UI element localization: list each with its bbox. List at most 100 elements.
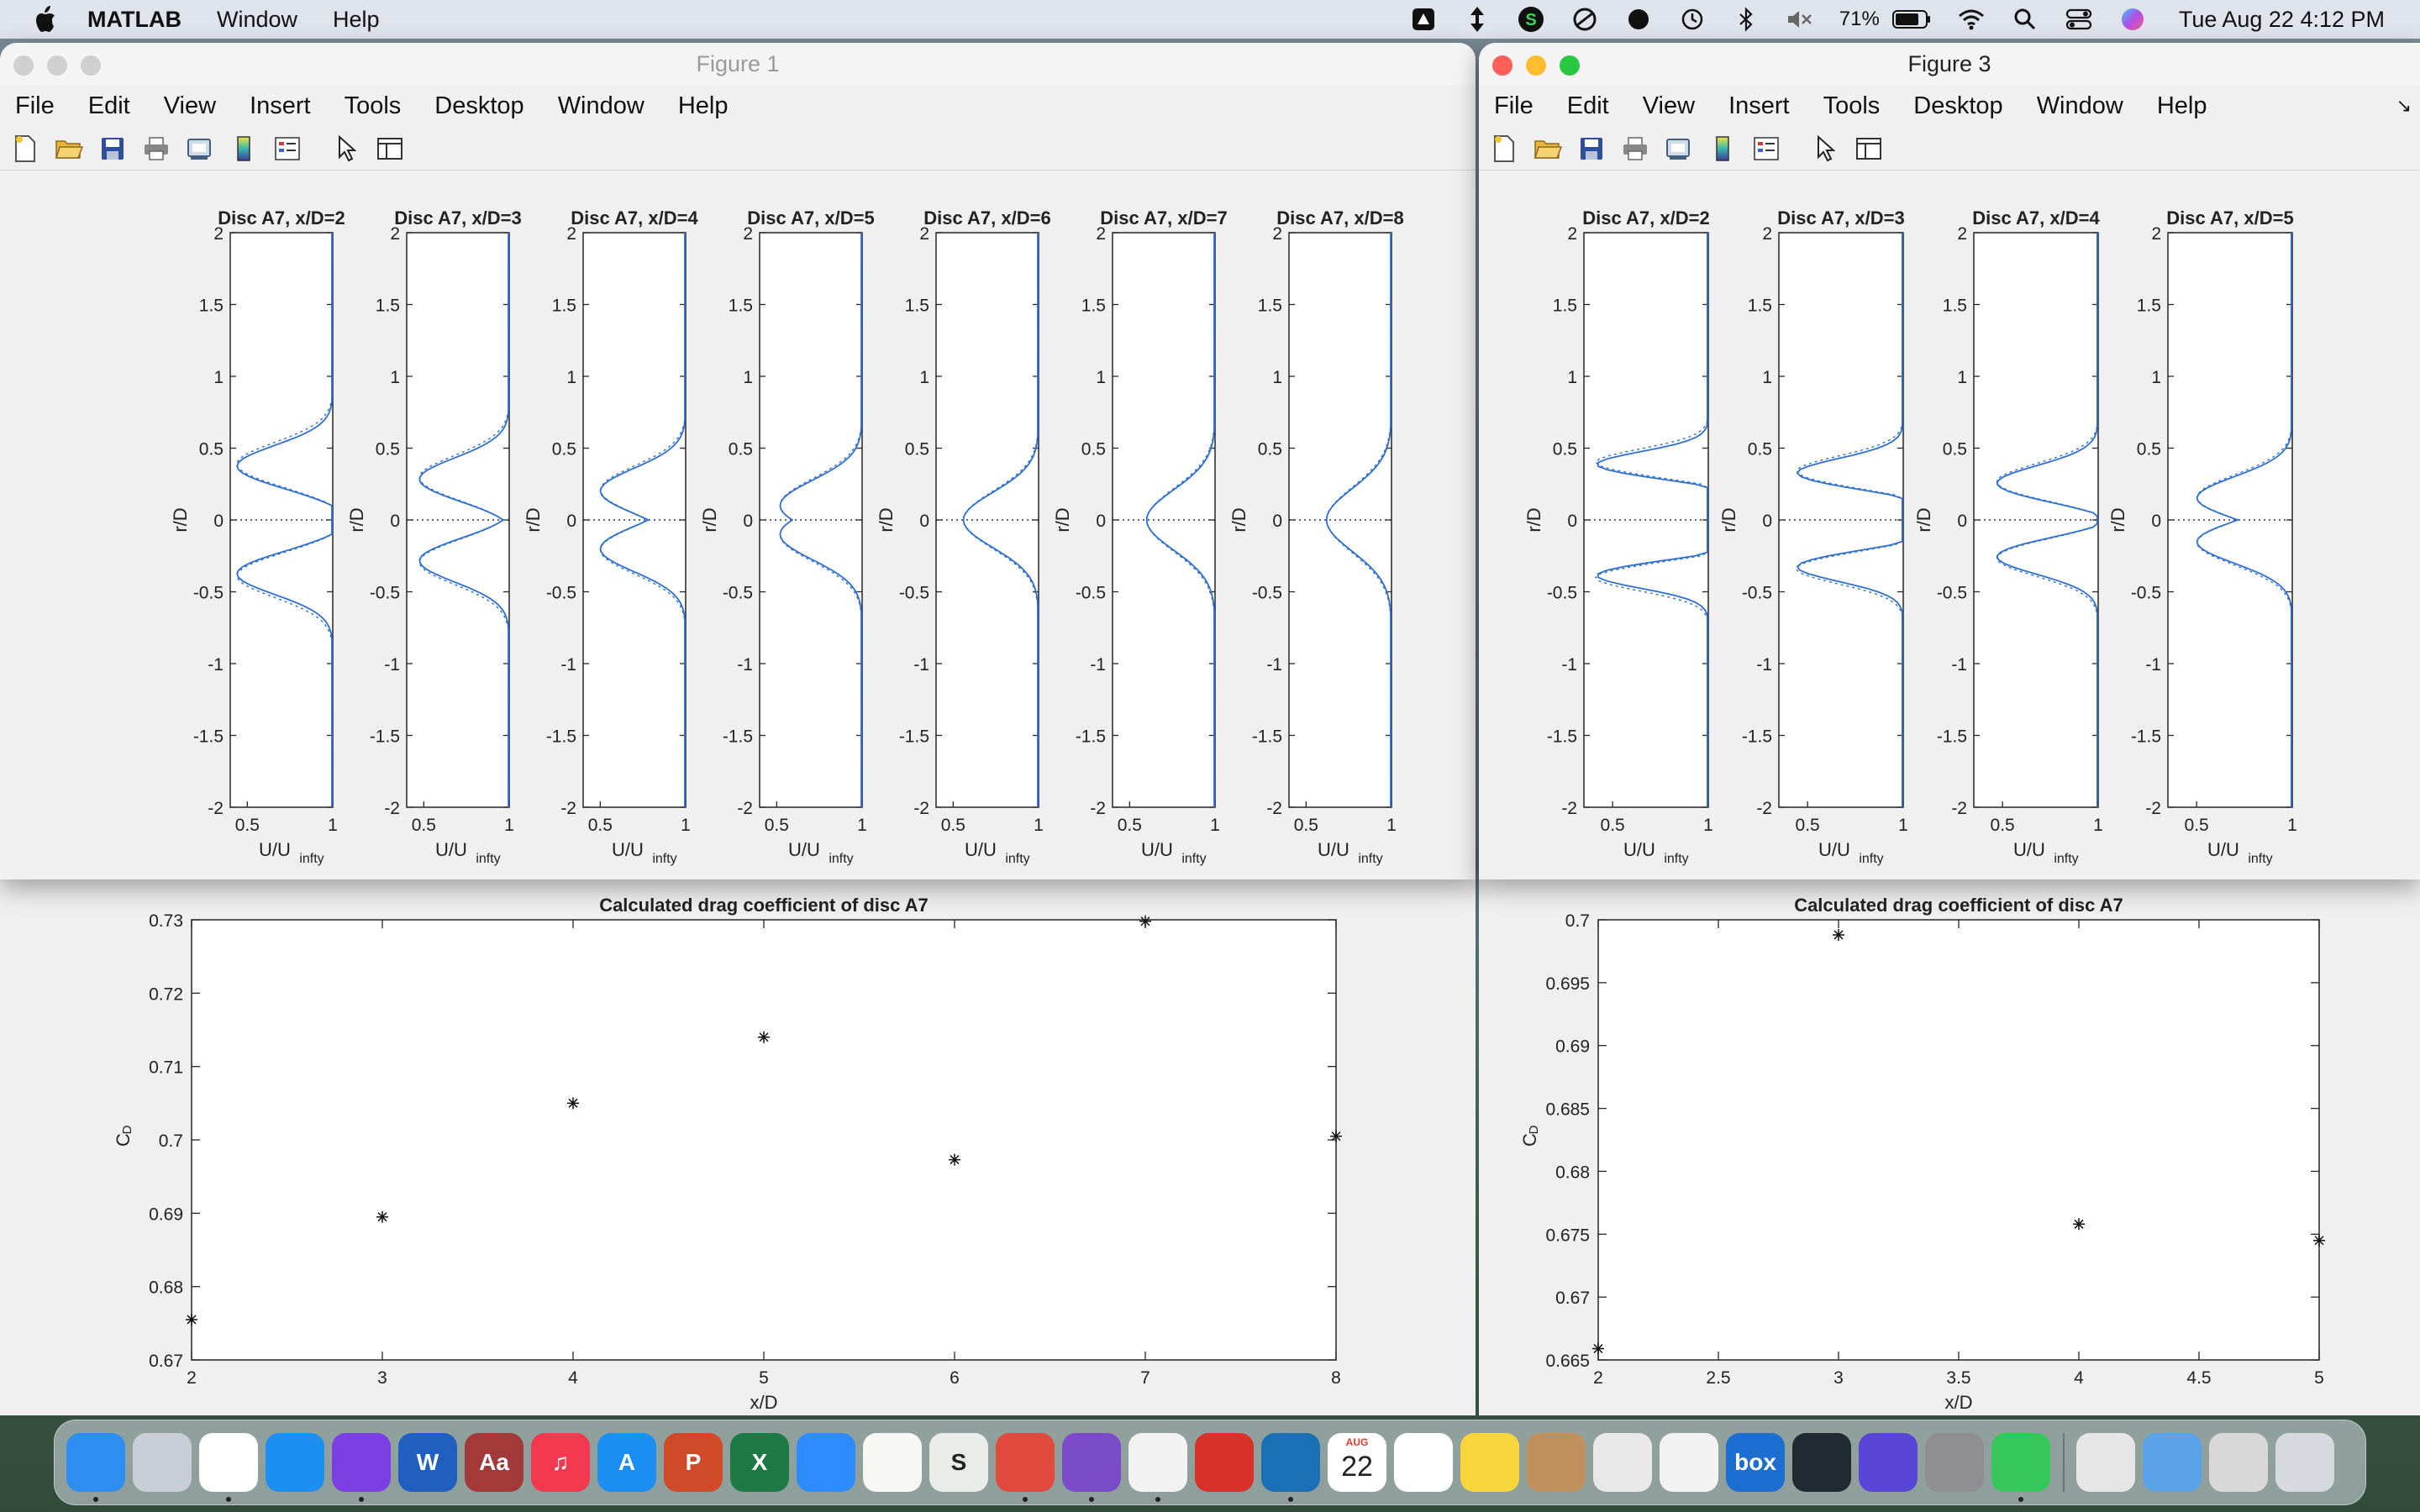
dock-app-contacts[interactable]: [1527, 1433, 1586, 1492]
menu-window[interactable]: Window: [217, 7, 297, 33]
menu-view[interactable]: View: [164, 92, 216, 120]
dock-app-documents-stack[interactable]: [2076, 1433, 2135, 1492]
x-axis-label: U/U: [435, 839, 467, 860]
dock-app-zoom[interactable]: [797, 1433, 855, 1492]
menu-insert[interactable]: Insert: [250, 92, 311, 120]
dock-app-activity-monitor[interactable]: [1792, 1433, 1851, 1492]
dock-app-remote-desktop[interactable]: [996, 1433, 1055, 1502]
y-tick-label: 0.5: [552, 440, 576, 459]
record-icon[interactable]: [1624, 5, 1653, 34]
dock-app-box[interactable]: box: [1726, 1433, 1785, 1492]
dock-app-screenshots-stack[interactable]: [2209, 1433, 2268, 1492]
siri-icon[interactable]: [2118, 5, 2147, 34]
zoom-button[interactable]: [81, 55, 101, 76]
close-button[interactable]: [1492, 55, 1512, 76]
print-icon[interactable]: [1620, 134, 1650, 164]
dock-app-firefox[interactable]: [332, 1433, 391, 1502]
y-tick-label: -0.5: [193, 584, 224, 603]
menu-desktop[interactable]: Desktop: [1913, 92, 2002, 120]
dock-app-downloads-folder[interactable]: [2143, 1433, 2202, 1492]
control-center-icon[interactable]: [2065, 5, 2093, 34]
menu-app-name[interactable]: MATLAB: [87, 7, 182, 33]
legend-icon[interactable]: [1751, 134, 1781, 164]
figure3-titlebar[interactable]: Figure 3: [1479, 43, 2420, 85]
menu-view[interactable]: View: [1643, 92, 1695, 120]
open-folder-icon[interactable]: [54, 134, 84, 164]
dock-app-pages[interactable]: [1660, 1433, 1718, 1492]
close-button[interactable]: [13, 55, 34, 76]
panel-icon[interactable]: [375, 134, 405, 164]
colorbar-icon[interactable]: [1707, 134, 1738, 164]
dock-app-wolfram[interactable]: [1195, 1433, 1254, 1492]
panel-icon[interactable]: [1854, 134, 1884, 164]
dock-app-calendar[interactable]: AUG 22: [1328, 1433, 1386, 1492]
dock-app-notes[interactable]: [1460, 1433, 1519, 1492]
dock-app-screenshot[interactable]: [1593, 1433, 1652, 1492]
dock-app-trash[interactable]: [2275, 1433, 2334, 1492]
dock-app-app-store[interactable]: A: [597, 1433, 656, 1492]
menu-help[interactable]: Help: [2157, 92, 2207, 120]
dock-app-powerpoint[interactable]: P: [664, 1433, 723, 1492]
print-icon[interactable]: [141, 134, 171, 164]
minimize-button[interactable]: [47, 55, 67, 76]
bluetooth-icon[interactable]: [1732, 5, 1760, 34]
dock-app-music[interactable]: ♫: [531, 1433, 590, 1492]
new-file-icon[interactable]: [1489, 134, 1519, 164]
scroll-arrows-icon[interactable]: [1463, 5, 1491, 34]
open-folder-icon[interactable]: [1533, 134, 1563, 164]
mute-icon[interactable]: [1786, 5, 1814, 34]
dock-app-messages[interactable]: [1991, 1433, 2050, 1502]
menu-edit[interactable]: Edit: [88, 92, 130, 120]
save-icon[interactable]: [97, 134, 128, 164]
clock[interactable]: Tue Aug 22 4:12 PM: [2179, 7, 2385, 33]
pointer-icon[interactable]: [331, 134, 361, 164]
figure1-titlebar[interactable]: Figure 1: [0, 43, 1476, 85]
menu-insert[interactable]: Insert: [1728, 92, 1790, 120]
dock-app-textedit[interactable]: [863, 1433, 922, 1492]
green-s-icon[interactable]: S: [1517, 5, 1545, 34]
menu-tools[interactable]: Tools: [1823, 92, 1881, 120]
menu-window[interactable]: Window: [558, 92, 644, 120]
dock-app-matlab[interactable]: [1128, 1433, 1187, 1502]
dock-app-github-desktop[interactable]: [1062, 1433, 1121, 1502]
dock-app-shortcuts[interactable]: [1859, 1433, 1918, 1492]
dock-app-safari[interactable]: [266, 1433, 324, 1492]
print-preview-icon[interactable]: [185, 134, 215, 164]
new-file-icon[interactable]: [10, 134, 40, 164]
x-axis-label-sub: infty: [2054, 852, 2078, 866]
dock-app-finder[interactable]: [66, 1433, 125, 1502]
minimize-button[interactable]: [1526, 55, 1546, 76]
aws-icon[interactable]: [1409, 5, 1438, 34]
dock-app-kindle[interactable]: [1261, 1433, 1320, 1502]
wifi-icon[interactable]: [1957, 5, 1986, 34]
dock-app-scrivener[interactable]: S: [929, 1433, 988, 1492]
search-icon[interactable]: [2011, 5, 2039, 34]
dock-app-system-settings[interactable]: [1925, 1433, 1984, 1492]
zoom-button[interactable]: [1560, 55, 1580, 76]
time-machine-icon[interactable]: [1678, 5, 1707, 34]
menu-help[interactable]: Help: [678, 92, 729, 120]
dock-app-reminders[interactable]: [1394, 1433, 1453, 1492]
menu-file[interactable]: File: [15, 92, 55, 120]
dock-app-chrome[interactable]: [199, 1433, 258, 1502]
dock-app-word[interactable]: W: [398, 1433, 457, 1492]
menu-desktop[interactable]: Desktop: [434, 92, 523, 120]
half-circle-icon[interactable]: [1570, 5, 1599, 34]
x-tick-label: 1: [1703, 816, 1713, 835]
dock-app-excel[interactable]: X: [730, 1433, 789, 1492]
colorbar-icon[interactable]: [229, 134, 259, 164]
pointer-icon[interactable]: [1810, 134, 1840, 164]
save-icon[interactable]: [1576, 134, 1607, 164]
menu-help[interactable]: Help: [333, 7, 380, 33]
menu-file[interactable]: File: [1494, 92, 1534, 120]
menu-window[interactable]: Window: [2037, 92, 2123, 120]
dock-app-dictionary[interactable]: Aa: [465, 1433, 523, 1492]
menu-tools[interactable]: Tools: [345, 92, 402, 120]
menu-edit[interactable]: Edit: [1567, 92, 1609, 120]
legend-icon[interactable]: [272, 134, 302, 164]
print-preview-icon[interactable]: [1664, 134, 1694, 164]
dock-app-launchpad[interactable]: [133, 1433, 192, 1492]
apple-menu-icon[interactable]: [32, 5, 57, 34]
dock-arrow-icon[interactable]: ↘: [2396, 95, 2412, 117]
battery-icon[interactable]: [1891, 5, 1932, 34]
